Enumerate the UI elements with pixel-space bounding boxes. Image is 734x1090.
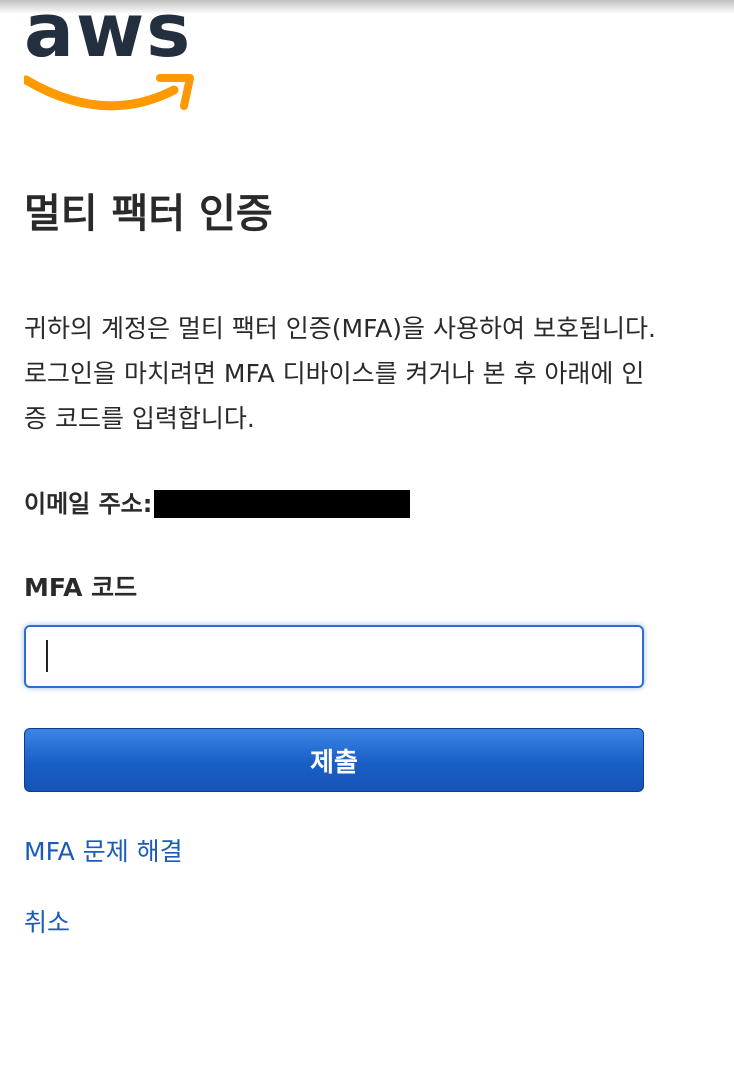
mfa-code-label: MFA 코드 — [24, 573, 138, 602]
email-label: 이메일 주소: — [24, 490, 153, 518]
text-caret — [46, 640, 48, 672]
aws-smile-icon — [24, 74, 194, 111]
aws-logo: aws — [24, 0, 194, 114]
mfa-code-input[interactable] — [24, 625, 644, 688]
redacted-email-value — [154, 490, 411, 518]
cancel-link[interactable]: 취소 — [24, 905, 70, 941]
aws-logo-wordmark: aws — [24, 0, 193, 74]
troubleshoot-mfa-link[interactable]: MFA 문제 해결 — [24, 834, 183, 870]
page-title: 멀티 팩터 인증 — [24, 191, 273, 237]
mfa-description: 귀하의 계정은 멀티 팩터 인증(MFA)을 사용하여 보호됩니다. 로그인을 … — [24, 314, 656, 433]
submit-button[interactable]: 제출 — [24, 728, 644, 792]
email-row: 이메일 주소: — [24, 486, 411, 522]
